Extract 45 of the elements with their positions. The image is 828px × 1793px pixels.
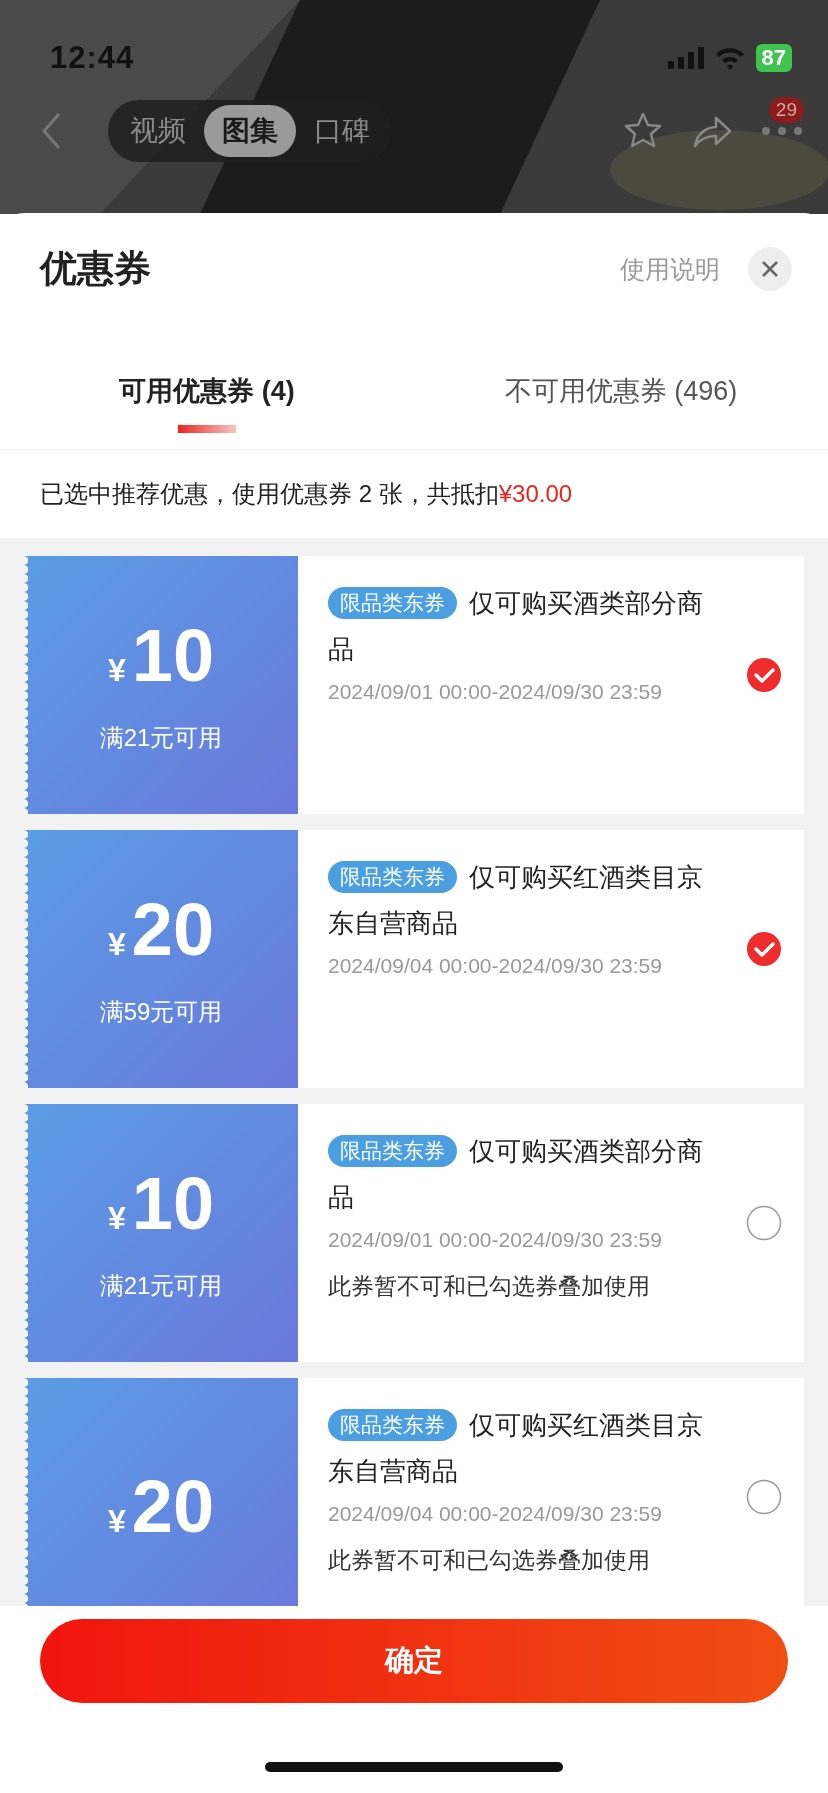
checkbox-icon[interactable] bbox=[746, 1205, 782, 1241]
coupon-card[interactable]: ¥20 满59元可用 限品类东券 仅可购买红酒类目京东自营商品 2024/09/04 00:00-2024/09/30 23:59 bbox=[24, 830, 804, 1088]
more-icon[interactable] bbox=[760, 125, 804, 137]
currency-symbol: ¥ bbox=[107, 926, 126, 963]
back-icon[interactable] bbox=[40, 111, 62, 151]
coupon-amount: 10 bbox=[131, 616, 215, 696]
coupon-note: 此券暂不可和已勾选券叠加使用 bbox=[328, 1546, 651, 1575]
coupon-amount: 20 bbox=[131, 890, 215, 970]
close-icon[interactable] bbox=[761, 260, 779, 278]
checkbox-checked-icon[interactable] bbox=[746, 931, 782, 967]
validity-period: 2024/09/01 00:00-2024/09/30 23:59 bbox=[328, 679, 663, 705]
tab-underline bbox=[178, 425, 236, 433]
nav-tab[interactable]: 口碑 bbox=[296, 105, 388, 157]
coupon-amount: 20 bbox=[131, 1467, 215, 1547]
coupon-condition: 满59元可用 bbox=[99, 997, 223, 1027]
signal-icon bbox=[667, 47, 704, 69]
validity-period: 2024/09/04 00:00-2024/09/30 23:59 bbox=[328, 953, 663, 979]
confirm-button[interactable]: 确定 bbox=[40, 1619, 788, 1703]
coupon-condition: 满21元可用 bbox=[99, 1271, 223, 1301]
coupon-card[interactable]: ¥10 满21元可用 限品类东券 仅可购买酒类部分商品 2024/09/01 00:00-2024/09/30 23:59 bbox=[24, 556, 804, 814]
checkbox-icon[interactable] bbox=[746, 1479, 782, 1515]
nav-tab[interactable]: 视频 bbox=[112, 105, 204, 157]
summary-text: 已选中推荐优惠，使用优惠券 2 张，共抵扣¥30.00 bbox=[39, 479, 574, 509]
battery-level: 87 bbox=[755, 44, 792, 72]
nav-tab[interactable]: 图集 bbox=[204, 105, 296, 157]
coupon-card[interactable]: ¥20 限品类东券 仅可购买红酒类目京东自营商品 2024/09/04 00:00-2024/09/30 23:59 此券暂不可和已勾选券叠加使用 bbox=[24, 1378, 804, 1606]
validity-period: 2024/09/04 00:00-2024/09/30 23:59 bbox=[328, 1501, 663, 1527]
tab[interactable]: 可用优惠券 (4) bbox=[119, 371, 295, 411]
currency-symbol: ¥ bbox=[107, 1503, 126, 1540]
clock-time: 12:44 bbox=[50, 40, 135, 76]
coupon-condition: 满21元可用 bbox=[99, 723, 223, 753]
coupon-title: 限品类东券 仅可购买酒类部分商品 bbox=[328, 1134, 704, 1214]
coupon-title: 限品类东券 仅可购买酒类部分商品 bbox=[328, 586, 704, 666]
coupon-title: 限品类东券 仅可购买红酒类目京东自营商品 bbox=[328, 1408, 704, 1488]
coupon-card[interactable]: ¥10 满21元可用 限品类东券 仅可购买酒类部分商品 2024/09/01 00:00-2024/09/30 23:59 此券暂不可和已勾选券叠加使用 bbox=[24, 1104, 804, 1362]
tab[interactable]: 不可用优惠券 (496) bbox=[504, 371, 738, 411]
currency-symbol: ¥ bbox=[107, 652, 126, 689]
coupon-title: 限品类东券 仅可购买红酒类目京东自营商品 bbox=[328, 860, 704, 940]
checkbox-checked-icon[interactable] bbox=[746, 657, 782, 693]
currency-symbol: ¥ bbox=[107, 1200, 126, 1237]
close-button[interactable] bbox=[748, 247, 792, 291]
sheet-title: 优惠券 bbox=[40, 247, 151, 291]
validity-period: 2024/09/01 00:00-2024/09/30 23:59 bbox=[328, 1227, 663, 1253]
coupon-amount: 10 bbox=[131, 1164, 215, 1244]
coupon-note: 此券暂不可和已勾选券叠加使用 bbox=[328, 1272, 651, 1301]
